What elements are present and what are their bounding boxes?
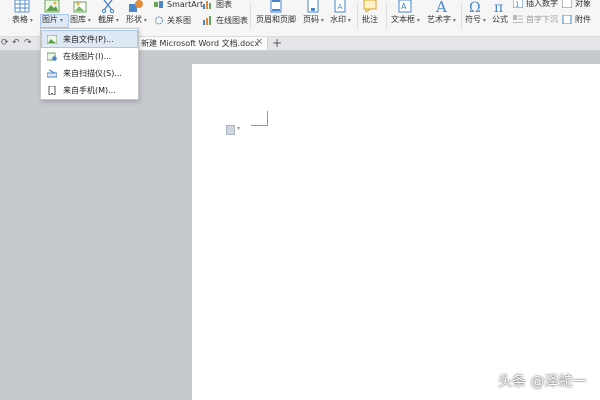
shapes-label: 形状: [126, 15, 147, 26]
ribbon-divider: [357, 2, 358, 30]
relation-icon: [155, 16, 163, 24]
svg-text:1: 1: [515, 0, 519, 8]
object-label: 对象: [575, 0, 591, 8]
ribbon-divider: [461, 2, 462, 30]
chart-button[interactable]: 图表: [203, 0, 232, 10]
chevron-down-icon[interactable]: ▾: [237, 125, 240, 132]
header-footer-button[interactable]: 页眉和页脚: [256, 0, 296, 30]
drop-cap-label: 首字下沉: [526, 14, 558, 24]
picture-dropdown-menu: 来自文件(P)... 在线图片(I)... 来自扫描仪(S)... 来自手机(M…: [40, 28, 139, 100]
object-button[interactable]: 对象: [562, 0, 591, 9]
picture-button[interactable]: 图片: [42, 0, 63, 30]
pi-icon: π: [494, 0, 503, 13]
chart-label: 图表: [216, 0, 232, 9]
insert-number-label: 插入数字: [526, 0, 558, 8]
online-picture-icon: [47, 52, 57, 61]
drop-cap-button[interactable]: 首字下沉: [513, 13, 558, 25]
table-label: 表格: [12, 15, 33, 26]
source-watermark: 头条 @泽蛇一: [498, 374, 587, 390]
smartart-button[interactable]: SmartArt: [154, 0, 203, 10]
menu-item-from-file[interactable]: 来自文件(P)...: [41, 30, 138, 48]
page-number-icon: [307, 0, 319, 13]
picture-label: 图片: [42, 15, 63, 26]
wordart-icon: A: [435, 0, 447, 13]
wordart-button[interactable]: A 艺术字: [427, 0, 456, 30]
textbox-icon: A: [398, 0, 412, 13]
svg-text:π: π: [494, 0, 503, 13]
wordart-label: 艺术字: [427, 15, 456, 26]
screenshot-button[interactable]: 截屏: [98, 0, 119, 30]
document-tab[interactable]: 新建 Microsoft Word 文档.docx ×: [136, 37, 268, 50]
watermark-icon: A: [334, 0, 346, 13]
relation-label: 关系图: [167, 15, 191, 25]
undo-icon[interactable]: ↶: [12, 38, 20, 48]
textbox-button[interactable]: A 文本框: [391, 0, 420, 30]
menu-item-label: 来自扫描仪(S)...: [63, 68, 122, 78]
shapes-button[interactable]: 形状: [126, 0, 147, 30]
gallery-label: 图库: [70, 15, 91, 26]
attachment-icon: [562, 14, 572, 24]
symbol-button[interactable]: Ω 符号: [465, 0, 486, 30]
picture-icon: [47, 34, 57, 44]
attachment-label: 附件: [575, 14, 591, 24]
quick-access-icon[interactable]: ⟳: [1, 38, 9, 48]
header-footer-label: 页眉和页脚: [256, 15, 296, 24]
header-footer-icon: [270, 0, 282, 13]
margin-corner-marker: [251, 111, 268, 126]
omega-icon: Ω: [469, 0, 481, 13]
comment-button[interactable]: 批注: [362, 0, 378, 30]
page-number-label: 页码: [303, 15, 324, 26]
attachment-button[interactable]: 附件: [562, 13, 591, 25]
screenshot-label: 截屏: [98, 15, 119, 26]
ribbon-divider: [250, 2, 251, 30]
menu-item-from-phone[interactable]: 来自手机(M)...: [42, 82, 137, 98]
svg-text:A: A: [338, 3, 343, 11]
watermark-button[interactable]: A 水印: [330, 0, 351, 30]
document-tab-title: 新建 Microsoft Word 文档.docx: [141, 39, 260, 48]
svg-text:A: A: [401, 2, 407, 11]
smartart-label: SmartArt: [167, 0, 204, 9]
table-button[interactable]: 表格: [12, 0, 33, 30]
insert-number-button[interactable]: 1 插入数字: [513, 0, 558, 9]
gallery-icon: [73, 1, 87, 13]
formula-button[interactable]: π 公式: [492, 0, 508, 30]
online-chart-icon: [203, 15, 211, 25]
menu-item-from-scanner[interactable]: 来自扫描仪(S)...: [42, 65, 137, 81]
smartart-icon: [154, 0, 163, 8]
gallery-button[interactable]: 图库: [70, 0, 91, 30]
screenshot-icon: [102, 0, 115, 13]
new-tab-icon[interactable]: +: [272, 36, 282, 50]
chart-icon: [203, 0, 211, 9]
menu-item-label: 来自手机(M)...: [63, 85, 116, 95]
svg-text:Ω: Ω: [469, 0, 481, 13]
page-number-button[interactable]: 页码: [303, 0, 324, 30]
insert-number-icon: 1: [513, 0, 523, 8]
picture-icon: [44, 0, 60, 13]
object-icon: [562, 0, 572, 8]
table-icon: [14, 0, 30, 13]
online-chart-label: 在线图表: [216, 15, 248, 25]
shapes-icon: [129, 0, 144, 12]
close-tab-icon[interactable]: ×: [255, 37, 263, 47]
comment-icon: [363, 0, 377, 13]
phone-icon: [48, 85, 56, 95]
menu-item-label: 来自文件(P)...: [63, 34, 114, 44]
watermark-label: 水印: [330, 15, 351, 26]
redo-icon[interactable]: ↷: [24, 38, 32, 48]
drop-cap-icon: [513, 14, 523, 23]
paste-options-icon[interactable]: [226, 125, 235, 135]
online-chart-button[interactable]: 在线图表: [203, 14, 248, 26]
ribbon-divider: [386, 2, 387, 30]
textbox-label: 文本框: [391, 15, 420, 26]
menu-item-online-picture[interactable]: 在线图片(I)...: [42, 48, 137, 64]
comment-label: 批注: [362, 15, 378, 24]
menu-item-label: 在线图片(I)...: [63, 51, 112, 61]
scanner-icon: [47, 69, 57, 77]
symbol-label: 符号: [465, 15, 486, 26]
relation-diagram-button[interactable]: 关系图: [154, 14, 191, 26]
svg-text:A: A: [435, 0, 447, 13]
formula-label: 公式: [492, 15, 508, 24]
